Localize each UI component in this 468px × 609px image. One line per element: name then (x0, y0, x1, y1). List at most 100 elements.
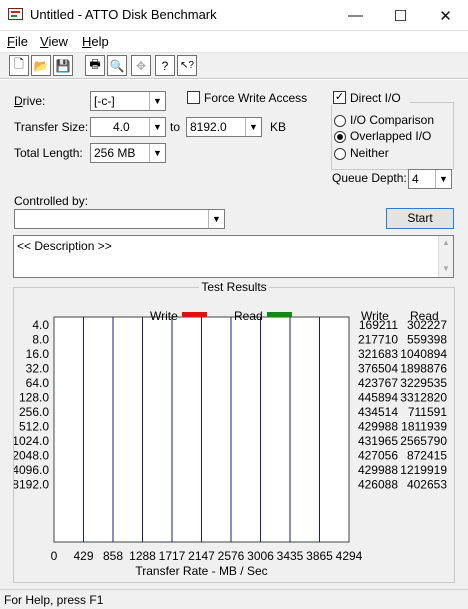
menu-file[interactable]: File (7, 34, 28, 49)
category-label: 64.0 (26, 376, 50, 390)
x-tick-label: 3865 (306, 549, 333, 563)
window-title: Untitled - ATTO Disk Benchmark (30, 7, 217, 22)
write-value: 429988 (358, 463, 398, 477)
transfer-size-to-select[interactable]: 8192.0 ▼ (186, 117, 262, 137)
atto-app-icon (8, 8, 23, 20)
title-bar: Untitled - ATTO Disk Benchmark — ☐ ✕ (0, 0, 468, 31)
transfer-size-from-select[interactable]: 4.0 ▼ (90, 117, 166, 137)
description-scrollbar[interactable]: ▲ ▼ (438, 236, 453, 277)
maximize-button[interactable]: ☐ (378, 0, 423, 31)
x-tick-label: 1717 (159, 549, 186, 563)
chevron-down-icon[interactable]: ▼ (149, 118, 165, 136)
category-label: 4.0 (32, 318, 49, 332)
write-value: 429988 (358, 420, 398, 434)
total-length-select[interactable]: 256 MB ▼ (90, 143, 166, 163)
read-value: 872415 (407, 449, 447, 463)
drive-value: [-c-] (94, 94, 115, 108)
test-results-panel: Test Results Write Read Write Read 4.0 169211… (13, 280, 455, 583)
category-label: 8192.0 (14, 478, 49, 492)
force-write-checkbox[interactable] (187, 91, 200, 104)
new-icon: 🗋 (14, 57, 24, 71)
chevron-down-icon[interactable]: ▼ (245, 118, 261, 136)
legend-read-swatch (267, 312, 292, 317)
menu-help[interactable]: Help (82, 34, 109, 49)
help-button[interactable]: ? (155, 55, 175, 76)
total-length-value: 256 MB (94, 146, 136, 160)
read-value: 302227 (407, 318, 447, 332)
read-value: 3312820 (400, 391, 447, 405)
write-value: 423767 (358, 376, 398, 390)
neither-radio[interactable] (334, 148, 346, 160)
open-button[interactable]: 📂 (31, 55, 51, 76)
read-value: 711591 (408, 405, 447, 419)
read-value: 1811939 (401, 420, 447, 434)
save-button[interactable]: 💾 (53, 55, 73, 76)
x-tick-label: 3006 (247, 549, 274, 563)
context-help-icon: ↖? (180, 60, 194, 71)
overlapped-io-radio[interactable] (334, 131, 346, 143)
status-text: For Help, press F1 (4, 593, 104, 607)
chevron-down-icon[interactable]: ▼ (208, 210, 224, 228)
legend-write-label: Write (150, 309, 178, 323)
move-button[interactable]: ✥ (131, 55, 151, 76)
category-label: 2048.0 (14, 449, 49, 463)
transfer-size-label: Transfer Size: (14, 120, 89, 134)
print-preview-button[interactable]: 🔍 (107, 55, 127, 76)
category-label: 16.0 (26, 347, 50, 361)
write-value: 376504 (358, 362, 398, 376)
direct-io-checkbox[interactable]: ✓ (333, 91, 346, 104)
read-value: 559398 (407, 333, 447, 347)
print-button[interactable]: 🖶 (85, 55, 105, 76)
chevron-down-icon[interactable]: ▼ (435, 170, 451, 188)
overlapped-io-label: Overlapped I/O (350, 129, 432, 143)
legend-read-label: Read (234, 309, 263, 323)
x-tick-label: 429 (73, 549, 93, 563)
save-icon: 💾 (55, 58, 71, 73)
direct-io-label: Direct I/O (350, 91, 401, 105)
queue-depth-value: 4 (412, 172, 419, 186)
new-button[interactable]: 🗋 (9, 55, 29, 76)
print-preview-icon: 🔍 (109, 58, 125, 73)
category-label: 32.0 (26, 362, 50, 376)
read-value: 1040894 (400, 347, 447, 361)
queue-depth-select[interactable]: 4 ▼ (408, 169, 452, 189)
queue-depth-label: Queue Depth: (332, 171, 407, 185)
close-button[interactable]: ✕ (423, 0, 468, 31)
chevron-down-icon[interactable]: ▼ (149, 144, 165, 162)
neither-label: Neither (350, 146, 389, 160)
io-comparison-label: I/O Comparison (350, 113, 435, 127)
drive-select[interactable]: [-c-] ▼ (90, 91, 166, 111)
benchmark-panel: Drive: [-c-] ▼ Transfer Size: 4.0 ▼ to 8… (0, 80, 468, 589)
read-value: 3229535 (400, 376, 447, 390)
to-label: to (170, 120, 181, 134)
category-label: 128.0 (19, 391, 49, 405)
write-value: 217710 (358, 333, 398, 347)
controlled-by-select[interactable]: ▼ (14, 209, 225, 229)
menu-view[interactable]: View (40, 34, 68, 49)
write-value: 169211 (359, 318, 398, 332)
context-help-button[interactable]: ↖? (177, 55, 197, 76)
io-comparison-radio[interactable] (334, 115, 346, 127)
x-tick-label: 1288 (129, 549, 156, 563)
start-button[interactable]: Start (386, 208, 454, 229)
write-value: 434514 (358, 405, 398, 419)
x-tick-label: 858 (103, 549, 123, 563)
total-length-label: Total Length: (14, 146, 83, 160)
description-box[interactable]: << Description >> ▲ ▼ (13, 235, 454, 278)
kb-label: KB (270, 120, 287, 134)
write-value: 445894 (358, 391, 398, 405)
read-value: 402653 (407, 478, 447, 492)
x-axis-label: Transfer Rate - MB / Sec (135, 564, 267, 578)
toolbar: 🗋 📂 💾 🖶 🔍 ✥ ? ↖? (0, 53, 468, 79)
status-bar: For Help, press F1 (0, 589, 468, 609)
description-text: << Description >> (17, 239, 112, 253)
minimize-button[interactable]: — (333, 0, 378, 31)
x-tick-label: 4294 (336, 549, 363, 563)
force-write-label: Force Write Access (204, 91, 308, 105)
menu-bar: File View Help (0, 31, 468, 53)
write-value: 426088 (358, 478, 398, 492)
transfer-size-from-value: 4.0 (113, 120, 130, 134)
write-value: 321683 (358, 347, 398, 361)
write-value: 427056 (358, 449, 398, 463)
chevron-down-icon[interactable]: ▼ (149, 92, 165, 110)
